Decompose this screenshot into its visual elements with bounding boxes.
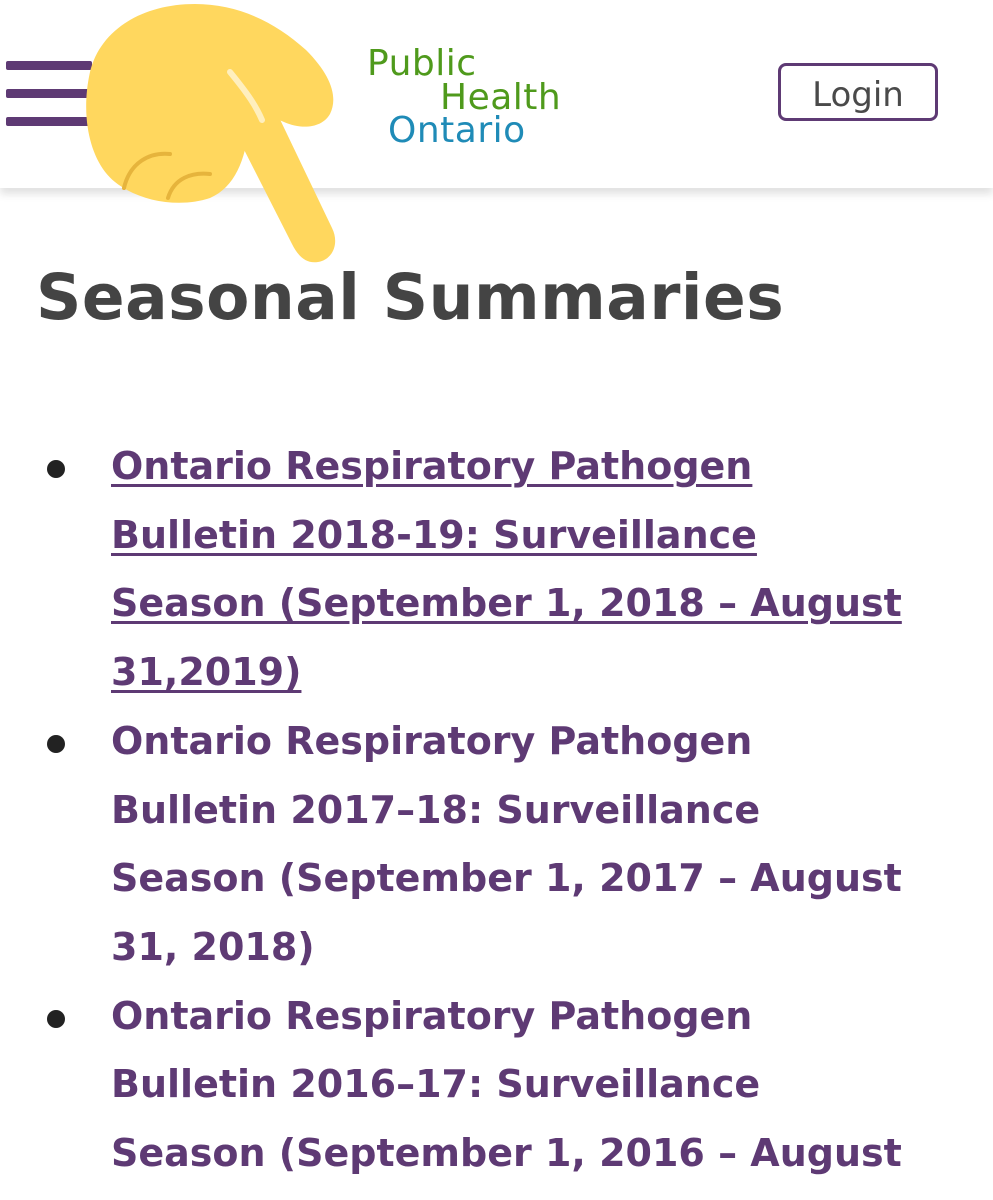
bullet-icon <box>47 734 65 753</box>
bulletin-link-2017-18[interactable]: Ontario Respiratory Pathogen Bulletin 20… <box>111 707 931 982</box>
page: Public Health Ontario Login Seasonal Sum… <box>0 0 993 1200</box>
link-text-line: Bulletin 2017–18: Surveillance <box>111 787 761 832</box>
list-item: Ontario Respiratory Pathogen Bulletin 20… <box>0 982 993 1188</box>
bulletin-link-2018-19[interactable]: Ontario Respiratory Pathogen Bulletin 20… <box>111 432 931 707</box>
logo-line-ontario: Ontario <box>388 110 526 151</box>
link-text-line: Bulletin 2016–17: Surveillance <box>111 1062 761 1107</box>
link-text-line: Bulletin 2018-19: Surveillance <box>111 512 757 557</box>
menu-bar <box>6 117 92 126</box>
bullet-icon <box>47 1009 65 1028</box>
bullet-icon <box>47 460 65 478</box>
link-text-line: 31,2019) <box>111 650 302 695</box>
link-text-line: Season (September 1, 2016 – August <box>111 1131 902 1176</box>
menu-bar <box>6 61 92 70</box>
list-item: Ontario Respiratory Pathogen Bulletin 20… <box>0 432 993 707</box>
login-button[interactable]: Login <box>778 63 938 121</box>
link-text-line: Ontario Respiratory Pathogen <box>111 718 753 763</box>
link-text-line: Season (September 1, 2018 – August <box>111 581 902 626</box>
hamburger-menu-icon[interactable] <box>6 61 92 129</box>
link-text-line: 31, 2018) <box>111 924 315 969</box>
page-title: Seasonal Summaries <box>36 261 785 334</box>
list-item: Ontario Respiratory Pathogen Bulletin 20… <box>0 707 993 982</box>
link-text-line: Ontario Respiratory Pathogen <box>111 444 753 488</box>
bulletin-list: Ontario Respiratory Pathogen Bulletin 20… <box>0 432 993 1188</box>
bulletin-link-2016-17[interactable]: Ontario Respiratory Pathogen Bulletin 20… <box>111 982 931 1188</box>
site-header: Public Health Ontario Login <box>0 0 993 188</box>
menu-bar <box>6 89 92 98</box>
public-health-ontario-logo[interactable]: Public Health Ontario <box>364 42 604 152</box>
link-text-line: Ontario Respiratory Pathogen <box>111 993 753 1038</box>
link-text-line: Season (September 1, 2017 – August <box>111 856 902 901</box>
